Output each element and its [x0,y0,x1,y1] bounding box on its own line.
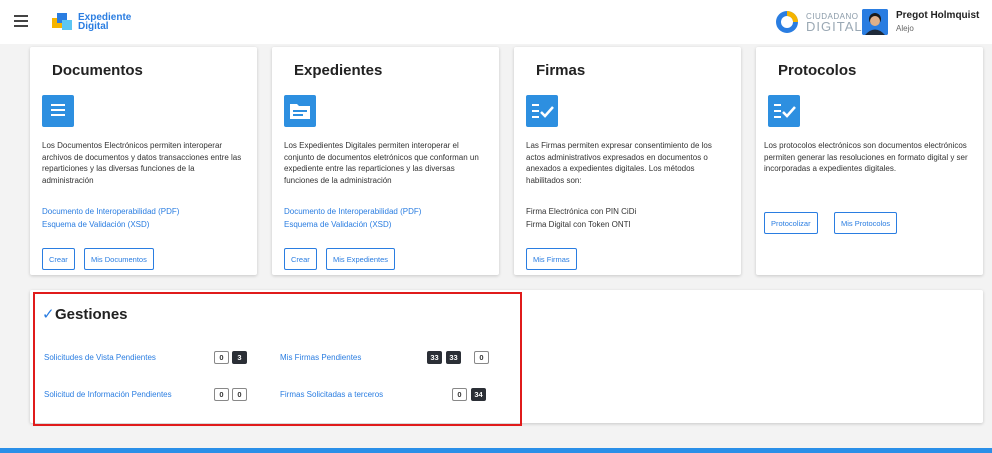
protocolos-card: Protocolos Los protocolos electrónicos s… [756,47,983,275]
card-title: Documentos [52,62,143,79]
card-description: Las Firmas permiten expresar consentimie… [526,141,712,185]
count-badge: 3 [232,351,247,364]
count-badge: 0 [214,388,229,401]
card-title: Protocolos [778,62,857,79]
avatar[interactable] [862,9,888,35]
count-badge: 0 [232,388,247,401]
logo-text: Expediente Digital [78,12,132,32]
firmas-solicitadas-terceros-link[interactable]: Firmas Solicitadas a terceros [280,390,383,399]
firmas-card: Firmas Las Firmas permiten expresar cons… [514,47,741,275]
solicitud-informacion-pendientes-link[interactable]: Solicitud de Información Pendientes [44,390,172,399]
mis-documentos-button[interactable]: Mis Documentos [84,248,154,270]
user-avatar-icon [862,9,888,35]
mis-firmas-button[interactable]: Mis Firmas [526,248,577,270]
count-badge: 0 [474,351,489,364]
ciudadano-digital-logo: CIUDADANO DIGITAL [774,10,870,34]
hamburger-menu-icon[interactable] [14,15,28,27]
firma-electronica-method: Firma Electrónica con PIN CiDi [526,207,637,216]
protocolizar-button[interactable]: Protocolizar [764,212,818,234]
count-badge: 33 [427,351,442,364]
document-icon [42,95,74,127]
gestiones-card [30,290,983,423]
crear-button[interactable]: Crear [42,248,75,270]
gestiones-title: Gestiones [55,306,128,323]
folder-icon [284,95,316,127]
count-badge: 0 [452,388,467,401]
firma-digital-method: Firma Digital con Token ONTI [526,220,631,229]
expedientes-card: Expedientes Los Expedientes Digitales pe… [272,47,499,275]
check-icon: ✓ [42,306,55,323]
logo-mark-icon [52,13,72,30]
documentos-card: Documentos Los Documentos Electrónicos p… [30,47,257,275]
count-badge: 0 [214,351,229,364]
esquema-xsd-link[interactable]: Esquema de Validación (XSD) [284,220,391,229]
expediente-digital-logo[interactable]: Expediente Digital [52,10,131,34]
card-title: Expedientes [294,62,383,79]
ciudadano-digital-icon [776,11,798,33]
mis-protocolos-button[interactable]: Mis Protocolos [834,212,898,234]
top-bar: Expediente Digital CIUDADANO DIGITAL Pre… [0,0,992,44]
mis-expedientes-button[interactable]: Mis Expedientes [326,248,396,270]
interoperabilidad-pdf-link[interactable]: Documento de Interoperabilidad (PDF) [284,207,421,216]
card-title: Firmas [536,62,586,79]
brand-line2: DIGITAL [806,19,863,34]
protocol-checklist-icon [768,95,800,127]
esquema-xsd-link[interactable]: Esquema de Validación (XSD) [42,220,149,229]
user-name[interactable]: Pregot Holmquist [896,10,979,21]
count-badge: 34 [471,388,486,401]
user-subtitle: Alejo [896,24,914,33]
card-description: Los Expedientes Digitales permiten inter… [284,141,479,185]
solicitudes-vista-pendientes-link[interactable]: Solicitudes de Vista Pendientes [44,353,156,362]
signature-checklist-icon [526,95,558,127]
interoperabilidad-pdf-link[interactable]: Documento de Interoperabilidad (PDF) [42,207,179,216]
mis-firmas-pendientes-link[interactable]: Mis Firmas Pendientes [280,353,361,362]
bottom-bar [0,448,992,453]
card-description: Los Documentos Electrónicos permiten int… [42,141,242,185]
count-badge: 33 [446,351,461,364]
crear-button[interactable]: Crear [284,248,317,270]
card-description: Los protocolos electrónicos son document… [764,141,968,173]
